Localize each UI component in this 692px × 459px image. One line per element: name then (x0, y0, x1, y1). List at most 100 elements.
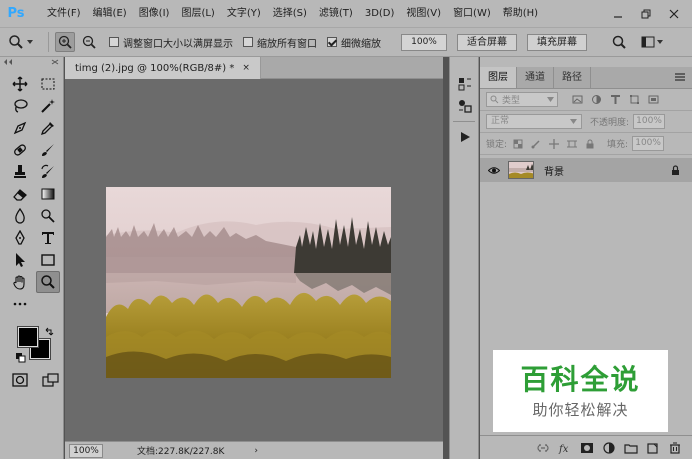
foreground-color-swatch[interactable] (17, 326, 39, 348)
document-tab-close[interactable]: × (242, 63, 250, 73)
menu-layer[interactable]: 图层(L) (175, 0, 220, 27)
clone-stamp-tool[interactable] (8, 161, 32, 183)
zoom-out-button[interactable] (79, 32, 99, 52)
history-brush-tool[interactable] (36, 161, 60, 183)
zoom-percent-field[interactable]: 100% (401, 33, 447, 51)
hand-tool[interactable] (8, 271, 32, 293)
screen-mode-icon[interactable] (42, 373, 60, 387)
blend-mode-select[interactable]: 正常 (486, 114, 582, 129)
fill-screen-button[interactable]: 填充屏幕 (527, 33, 587, 51)
lasso-tool[interactable] (8, 95, 32, 117)
edit-toolbar-button[interactable] (8, 293, 32, 315)
marquee-tool[interactable] (36, 73, 60, 95)
scrubby-zoom-option[interactable]: 细微缩放 (327, 35, 381, 50)
resize-windows-option[interactable]: 调整窗口大小以满屏显示 (109, 35, 233, 50)
brush-tool[interactable] (36, 139, 60, 161)
tab-channels[interactable]: 通道 (517, 67, 554, 88)
healing-brush-tool[interactable] (8, 139, 32, 161)
tab-paths[interactable]: 路径 (554, 67, 591, 88)
rectangle-tool[interactable] (36, 249, 60, 271)
menu-image[interactable]: 图像(I) (133, 0, 176, 27)
fill-field[interactable]: 100% (632, 136, 665, 151)
swap-colors-icon[interactable] (44, 327, 54, 337)
collapse-arrows-icon (4, 59, 12, 65)
new-group-folder-icon[interactable] (624, 442, 638, 454)
pixel-filter-icon[interactable] (572, 94, 583, 105)
document-tab[interactable]: timg (2).jpg @ 100%(RGB/8#) * × (65, 57, 261, 79)
lock-transparent-icon[interactable] (513, 139, 523, 149)
collapsed-panel-dock (449, 57, 479, 459)
zoom-in-button[interactable] (55, 32, 75, 52)
minimize-button[interactable] (604, 0, 632, 27)
opacity-field[interactable]: 100% (633, 114, 666, 129)
menu-filter[interactable]: 滤镜(T) (313, 0, 359, 27)
smart-object-filter-icon[interactable] (648, 94, 659, 105)
panel-menu-icon[interactable] (674, 72, 686, 82)
gradient-tool[interactable] (36, 183, 60, 205)
tool-preset-picker[interactable] (8, 31, 42, 53)
fit-screen-button[interactable]: 适合屏幕 (457, 33, 517, 51)
menu-3d[interactable]: 3D(D) (359, 0, 401, 27)
properties-panel-button[interactable] (450, 95, 480, 117)
type-filter-icon[interactable] (610, 94, 621, 105)
pen-icon (15, 230, 25, 245)
path-selection-tool[interactable] (8, 249, 32, 271)
delete-layer-trash-icon[interactable] (668, 442, 682, 454)
status-zoom-field[interactable]: 100% (69, 443, 103, 458)
pen-tool[interactable] (8, 227, 32, 249)
tools-panel-header[interactable] (0, 57, 63, 67)
layer-name[interactable]: 背景 (544, 163, 564, 178)
adjustment-filter-icon[interactable] (591, 94, 602, 105)
workspace-switcher[interactable] (637, 32, 667, 52)
zoom-all-checkbox[interactable] (243, 37, 253, 47)
foggy-lake-photo (106, 187, 391, 378)
layer-mask-icon[interactable] (580, 442, 594, 454)
canvas-pasteboard[interactable] (65, 79, 443, 441)
document-size-info: 文档:227.8K/227.8K (137, 447, 225, 457)
eyedropper-tool[interactable] (36, 117, 60, 139)
layer-kind-select[interactable]: 类型 (486, 92, 558, 107)
move-tool[interactable] (8, 73, 32, 95)
resize-windows-checkbox[interactable] (109, 37, 119, 47)
dodge-tool[interactable] (36, 205, 60, 227)
menu-window[interactable]: 窗口(W) (447, 0, 497, 27)
menu-view[interactable]: 视图(V) (400, 0, 447, 27)
eye-visibility-icon[interactable] (488, 166, 500, 175)
shape-filter-icon[interactable] (629, 94, 640, 105)
adjustment-layer-icon[interactable] (602, 441, 616, 454)
restore-button[interactable] (632, 0, 660, 27)
blur-tool[interactable] (8, 205, 32, 227)
type-tool[interactable] (36, 227, 60, 249)
crop-tool[interactable] (8, 117, 32, 139)
lock-position-icon[interactable] (549, 138, 560, 149)
tab-layers[interactable]: 图层 (480, 67, 517, 88)
status-menu-arrow[interactable]: › (254, 446, 258, 456)
dock-header[interactable] (450, 57, 478, 67)
lock-pixels-icon[interactable] (531, 139, 541, 149)
zoom-tool[interactable] (36, 271, 60, 293)
lock-artboard-icon[interactable] (567, 139, 578, 149)
layers-panel-header[interactable] (480, 57, 692, 67)
scrubby-zoom-checkbox[interactable] (327, 37, 337, 47)
eraser-tool[interactable] (8, 183, 32, 205)
magic-wand-tool[interactable] (36, 95, 60, 117)
link-layers-icon[interactable] (536, 442, 550, 454)
document-image[interactable] (106, 187, 391, 378)
actions-panel-button[interactable] (450, 126, 480, 148)
menu-help[interactable]: 帮助(H) (497, 0, 544, 27)
menu-type[interactable]: 文字(Y) (221, 0, 267, 27)
zoom-all-windows-option[interactable]: 缩放所有窗口 (243, 35, 317, 50)
search-button[interactable] (609, 32, 629, 52)
layer-style-fx-icon[interactable]: fx (558, 442, 572, 454)
new-layer-icon[interactable] (646, 442, 660, 454)
layer-row-background[interactable]: 背景 (480, 158, 692, 182)
menu-select[interactable]: 选择(S) (267, 0, 313, 27)
default-colors-icon[interactable] (16, 353, 26, 363)
quick-mask-icon[interactable] (12, 373, 28, 387)
history-panel-button[interactable] (450, 73, 480, 95)
workspace-icon (641, 36, 663, 48)
menu-edit[interactable]: 编辑(E) (87, 0, 133, 27)
lock-all-icon[interactable] (585, 139, 595, 149)
menu-file[interactable]: 文件(F) (41, 0, 87, 27)
close-button[interactable] (660, 0, 688, 27)
